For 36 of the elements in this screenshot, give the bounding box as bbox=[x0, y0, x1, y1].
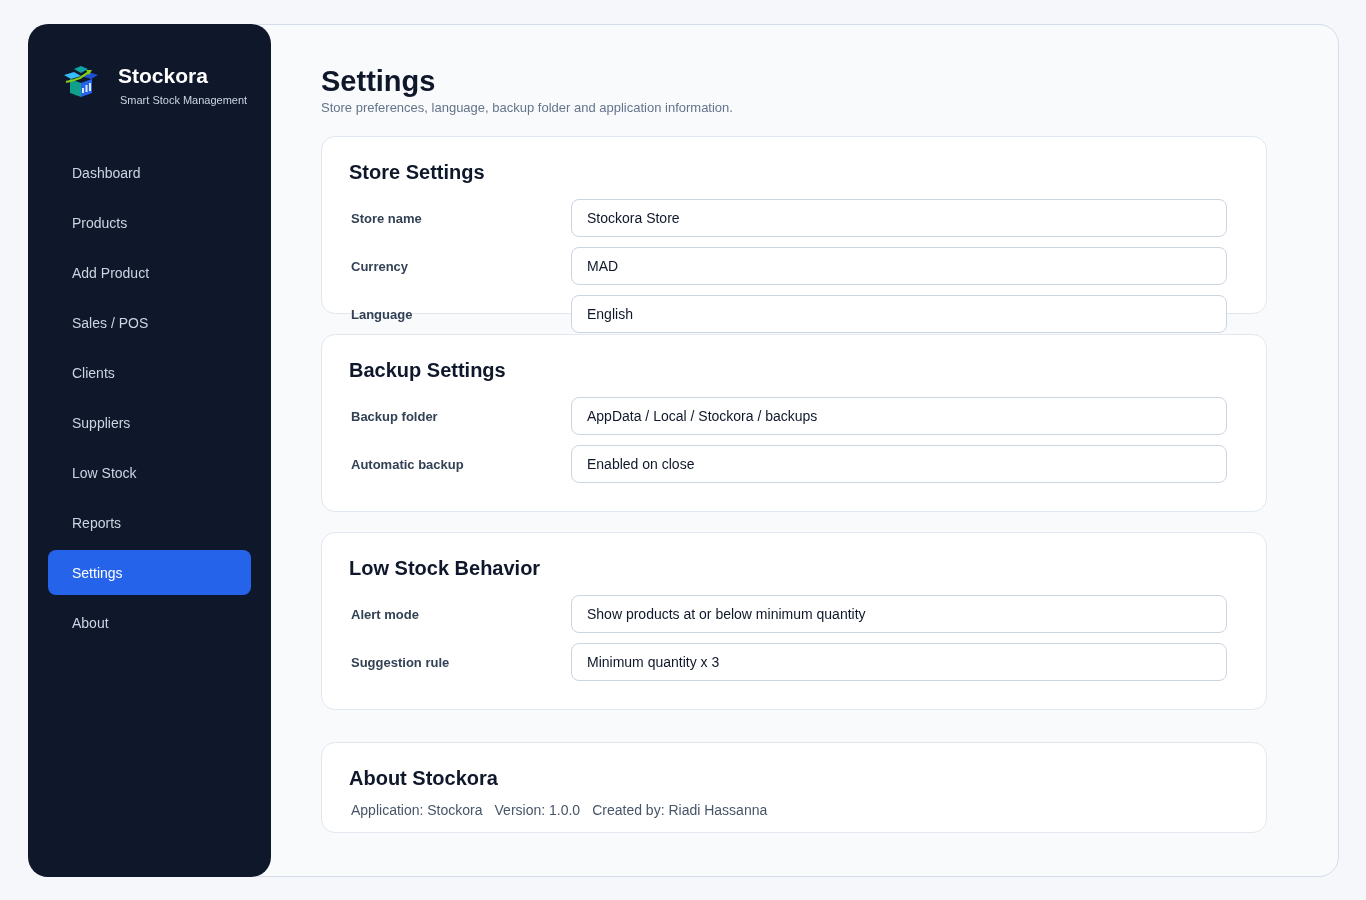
field-label: Language bbox=[350, 306, 413, 322]
text-field[interactable]: Stockora Store bbox=[571, 199, 1227, 237]
section-title: Store Settings bbox=[349, 160, 486, 185]
about-info-text: Version: 1.0.0 bbox=[494, 802, 581, 818]
text-field[interactable]: Enabled on close bbox=[571, 445, 1227, 483]
sidebar-item[interactable]: Reports bbox=[48, 500, 251, 545]
field-label: Backup folder bbox=[350, 408, 438, 424]
sidebar-item[interactable]: Low Stock bbox=[48, 450, 251, 495]
about-info-text: Created by: Riadi Hassanna bbox=[592, 802, 768, 818]
sidebar-item[interactable]: Products bbox=[48, 200, 251, 245]
page-title: Settings bbox=[321, 64, 437, 99]
sidebar-item[interactable]: Dashboard bbox=[48, 150, 251, 195]
text-field[interactable]: English bbox=[571, 295, 1227, 333]
section-title: About Stockora bbox=[349, 766, 499, 791]
text-field[interactable]: MAD bbox=[571, 247, 1227, 285]
brand-tagline: Smart Stock Management bbox=[120, 93, 248, 107]
field-label: Store name bbox=[350, 210, 422, 226]
sidebar-item[interactable]: Clients bbox=[48, 350, 251, 395]
about-info-text: Application: Stockora bbox=[351, 802, 483, 818]
text-field[interactable]: Minimum quantity x 3 bbox=[571, 643, 1227, 681]
sidebar-item[interactable]: Settings bbox=[48, 550, 251, 595]
field-label: Automatic backup bbox=[350, 456, 464, 472]
sidebar-item[interactable]: Add Product bbox=[48, 250, 251, 295]
page-subtitle: Store preferences, language, backup folder and application information. bbox=[321, 100, 734, 116]
sidebar-item[interactable]: About bbox=[48, 600, 251, 645]
section-title: Backup Settings bbox=[349, 358, 507, 383]
section-title: Low Stock Behavior bbox=[349, 556, 542, 581]
sidebar-item[interactable]: Sales / POS bbox=[48, 300, 251, 345]
sidebar-item[interactable]: Suppliers bbox=[48, 400, 251, 445]
brand-name: Stockora bbox=[118, 64, 208, 88]
field-label: Alert mode bbox=[350, 606, 419, 622]
text-field[interactable]: Show products at or below minimum quantity bbox=[571, 595, 1227, 633]
field-label: Suggestion rule bbox=[350, 654, 450, 670]
field-label: Currency bbox=[350, 258, 409, 274]
text-field[interactable]: AppData / Local / Stockora / backups bbox=[571, 397, 1227, 435]
box-logo-icon bbox=[62, 66, 100, 97]
